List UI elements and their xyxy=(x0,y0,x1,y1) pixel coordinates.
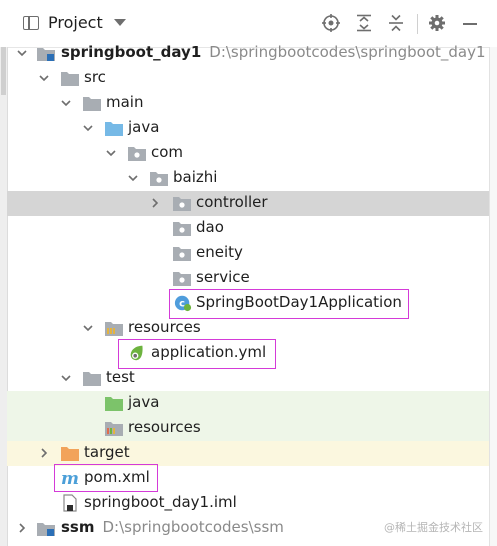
tree-node-test[interactable]: test xyxy=(7,366,489,391)
project-tree: springboot_day1 D:\springbootcodes\spring… xyxy=(7,40,489,546)
package-label: eneity xyxy=(196,243,243,261)
scrollbar-thumb[interactable] xyxy=(1,47,6,95)
module-label: ssm D:\springbootcodes\ssm xyxy=(61,518,284,536)
editor-edge xyxy=(489,47,497,546)
chevron-down-icon[interactable] xyxy=(127,172,139,184)
root-module-label: springboot_day1 D:\springbootcodes\spring… xyxy=(61,43,486,61)
tree-node-src[interactable]: src xyxy=(7,66,489,91)
tree-node-test-java[interactable]: java xyxy=(7,391,489,416)
tree-node-main[interactable]: main xyxy=(7,91,489,116)
chevron-down-icon[interactable] xyxy=(60,97,72,109)
folder-icon xyxy=(83,372,101,386)
test-resources-folder-icon xyxy=(105,422,123,436)
package-icon xyxy=(150,172,168,186)
folder-label: resources xyxy=(128,318,201,336)
highlight-box xyxy=(118,339,276,369)
expand-all-icon[interactable] xyxy=(354,13,374,33)
package-icon xyxy=(173,197,191,211)
chevron-right-icon[interactable] xyxy=(16,522,28,534)
package-label: dao xyxy=(196,218,224,236)
tree-node-test-resources[interactable]: resources xyxy=(7,416,489,441)
chevron-down-icon[interactable] xyxy=(105,147,117,159)
package-label: com xyxy=(151,143,184,161)
tree-node-target[interactable]: target xyxy=(7,441,489,466)
tree-node-dao[interactable]: dao xyxy=(7,216,489,241)
folder-label: resources xyxy=(128,418,201,436)
package-icon xyxy=(173,222,191,236)
source-folder-icon xyxy=(105,122,123,136)
folder-icon xyxy=(83,97,101,111)
tree-node-service[interactable]: service xyxy=(7,266,489,291)
package-label: controller xyxy=(196,193,268,211)
resources-folder-icon xyxy=(105,322,123,336)
tree-node-root[interactable]: springboot_day1 D:\springbootcodes\spring… xyxy=(7,41,489,66)
chevron-down-icon[interactable] xyxy=(16,47,28,59)
minimize-icon[interactable] xyxy=(460,13,480,33)
folder-label: java xyxy=(128,118,160,136)
iml-file-icon xyxy=(63,494,77,512)
package-icon xyxy=(173,272,191,286)
tree-node-com[interactable]: com xyxy=(7,141,489,166)
folder-icon xyxy=(61,72,79,86)
chevron-down-icon[interactable] xyxy=(114,19,126,26)
folder-label: test xyxy=(106,368,135,386)
highlight-box xyxy=(169,289,409,319)
tree-node-baizhi[interactable]: baizhi xyxy=(7,166,489,191)
package-label: service xyxy=(196,268,250,286)
chevron-right-icon[interactable] xyxy=(38,447,50,459)
highlight-box xyxy=(54,464,158,492)
chevron-right-icon[interactable] xyxy=(149,197,161,209)
gear-icon[interactable] xyxy=(427,13,447,33)
chevron-down-icon[interactable] xyxy=(60,372,72,384)
tree-node-controller[interactable]: controller xyxy=(7,191,489,216)
collapse-all-icon[interactable] xyxy=(386,13,406,33)
test-source-folder-icon xyxy=(105,397,123,411)
project-window-icon xyxy=(23,16,39,30)
package-icon xyxy=(173,247,191,261)
watermark: @稀土掘金技术社区 xyxy=(384,521,483,534)
toolbar-separator xyxy=(417,14,418,34)
module-folder-icon xyxy=(37,523,55,536)
folder-label: target xyxy=(84,443,130,461)
locate-icon[interactable] xyxy=(321,13,341,33)
chevron-down-icon[interactable] xyxy=(82,322,94,334)
tree-node-eneity[interactable]: eneity xyxy=(7,241,489,266)
tree-node-iml[interactable]: springboot_day1.iml xyxy=(7,491,489,516)
module-folder-icon xyxy=(37,48,55,61)
chevron-down-icon[interactable] xyxy=(38,72,50,84)
excluded-folder-icon xyxy=(61,447,79,461)
chevron-down-icon[interactable] xyxy=(82,122,94,134)
package-icon xyxy=(128,147,146,161)
tool-window-title[interactable]: Project xyxy=(48,13,103,32)
folder-label: java xyxy=(128,393,160,411)
folder-label: main xyxy=(106,93,144,111)
folder-label: src xyxy=(84,68,106,86)
package-label: baizhi xyxy=(173,168,218,186)
tree-node-java[interactable]: java xyxy=(7,116,489,141)
tree-node-resources[interactable]: resources xyxy=(7,316,489,341)
file-label: springboot_day1.iml xyxy=(84,493,237,511)
